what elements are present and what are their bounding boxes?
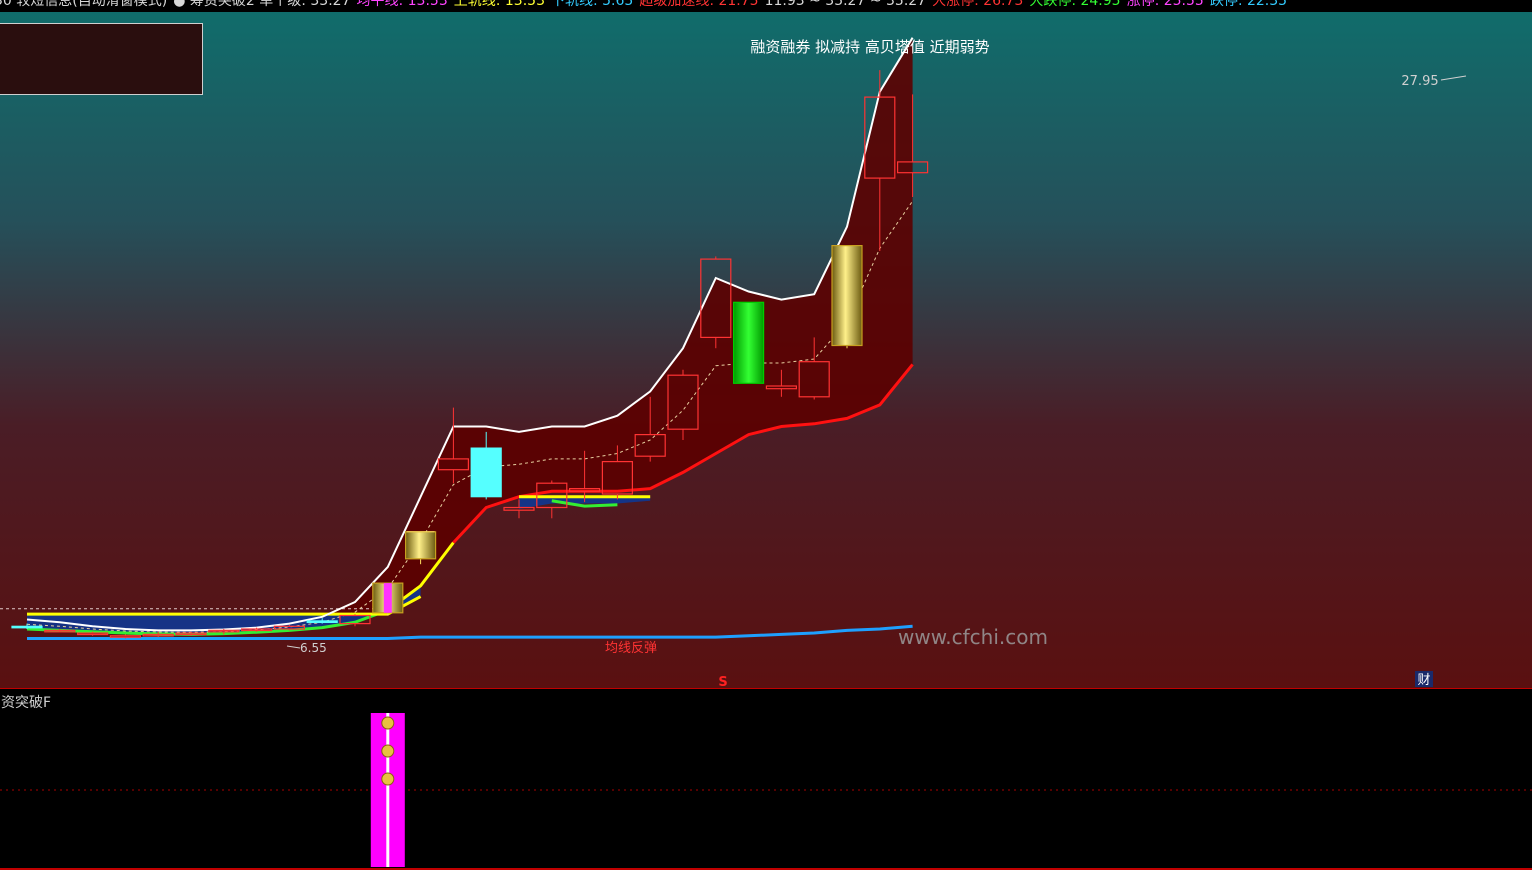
candle bbox=[405, 531, 437, 565]
price-high-pointer bbox=[1440, 75, 1467, 81]
marker-cai: 财 bbox=[1417, 673, 1430, 688]
header-item: 大涨停: 26.73 bbox=[932, 0, 1024, 9]
signal-label: 均线反弹 bbox=[605, 641, 657, 656]
header-items: 30 较短信息(自动滑窗模式) ● 筹资突破2 单个级: 33.27 均平线: 13… bbox=[0, 0, 1293, 9]
main-chart-pane[interactable]: 融资融券 拟减持 高贝塔值 近期弱势 27.95 6.55 均线反弹 www.c… bbox=[0, 0, 1532, 688]
candle-body bbox=[831, 245, 863, 347]
header-bar: 30 较短信息(自动滑窗模式) ● 筹资突破2 单个级: 33.27 均平线: 13… bbox=[0, 0, 1532, 12]
candle-body bbox=[405, 531, 437, 560]
price-low-label: 6.55 bbox=[300, 641, 327, 655]
candle-body bbox=[732, 301, 765, 384]
header-item: 30 较短信息(自动滑窗模式) bbox=[0, 0, 168, 9]
annotation-title: 融资融券 拟减持 高贝塔值 近期弱势 bbox=[750, 38, 989, 56]
indicator-pane[interactable]: 资突破F bbox=[0, 689, 1532, 870]
indicator-chart bbox=[0, 713, 1532, 867]
candle-body bbox=[470, 447, 502, 498]
candle bbox=[372, 582, 404, 616]
header-item: 11.93 ~ 35.27 ~ 35.27 bbox=[764, 0, 927, 9]
price-high-label: 27.95 bbox=[1401, 74, 1438, 89]
header-item: ● 筹资突破2 单个级: 33.27 bbox=[173, 0, 351, 9]
candlestick-chart[interactable]: 融资融券 拟减持 高贝塔值 近期弱势 27.95 6.55 均线反弹 www.c… bbox=[0, 0, 1532, 688]
marker-s-icon: S bbox=[718, 675, 727, 688]
candle-body bbox=[109, 635, 142, 638]
header-item: 下轨线: 5.65 bbox=[550, 0, 634, 9]
info-box bbox=[0, 23, 203, 95]
candle-body bbox=[11, 625, 43, 629]
price-low-pointer bbox=[286, 645, 301, 649]
candle bbox=[109, 634, 142, 639]
money-bag-icon bbox=[381, 772, 395, 786]
header-item: 涨停: 25.55 bbox=[1126, 0, 1204, 9]
watermark: www.cfchi.com bbox=[898, 625, 1048, 649]
money-bag-icon bbox=[381, 716, 395, 730]
header-item: 超级加速线: 21.75 bbox=[639, 0, 759, 9]
header-item: 均平线: 13.53 bbox=[356, 0, 448, 9]
candle-body-accent bbox=[383, 583, 392, 613]
header-item: 跌停: 22.35 bbox=[1209, 0, 1288, 9]
money-bag-icon bbox=[381, 744, 395, 758]
candle-body bbox=[306, 620, 338, 624]
candle-body bbox=[76, 632, 109, 636]
header-item: 上轨线: 13.53 bbox=[453, 0, 545, 9]
envelope-fill bbox=[27, 37, 913, 635]
candle bbox=[831, 245, 863, 349]
indicator-bars bbox=[370, 713, 405, 867]
candle bbox=[732, 301, 765, 384]
indicator-label: 资突破F bbox=[1, 695, 52, 711]
header-item: 大跌停: 24.95 bbox=[1029, 0, 1121, 9]
band-fills bbox=[27, 37, 913, 635]
